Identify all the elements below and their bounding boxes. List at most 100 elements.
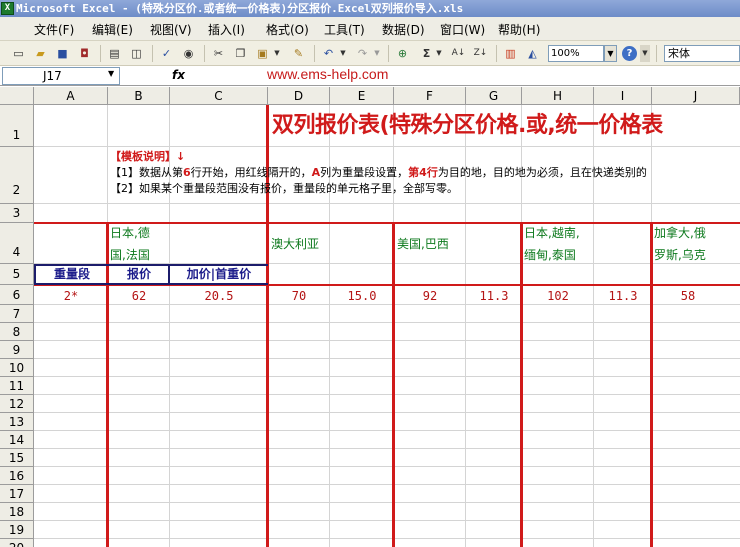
cut-icon[interactable]: ✂ xyxy=(210,45,227,62)
menu-view[interactable]: 视图(V) xyxy=(150,21,192,38)
menu-help[interactable]: 帮助(H) xyxy=(498,21,540,38)
cell-c6[interactable]: 20.5 xyxy=(170,287,268,305)
insert-function-icon[interactable]: fx xyxy=(172,68,185,82)
standard-toolbar: ▭ ▰ ■ ◘ ▤ ◫ ✓ ◉ ✂ ❐ ▣ ▼ ✎ ↶ ▼ ↷ ▼ ⊕ Σ ▼ … xyxy=(0,41,740,66)
row-header[interactable]: 8 xyxy=(0,323,34,341)
menu-tools[interactable]: 工具(T) xyxy=(324,21,365,38)
row-header[interactable]: 10 xyxy=(0,359,34,377)
column-separator xyxy=(650,223,653,547)
column-header-g[interactable]: G xyxy=(466,87,522,105)
instructions-head: 【模板说明】↓ xyxy=(110,150,186,163)
menu-insert[interactable]: 插入(I) xyxy=(208,21,245,38)
redo-icon[interactable]: ↷ xyxy=(354,45,371,62)
menu-window[interactable]: 窗口(W) xyxy=(440,21,485,38)
row-header[interactable]: 17 xyxy=(0,485,34,503)
row-header[interactable]: 1 xyxy=(0,105,34,147)
format-painter-icon[interactable]: ✎ xyxy=(290,45,307,62)
header-surcharge[interactable]: 加价|首重价 xyxy=(170,264,268,285)
cell-h6[interactable]: 102 xyxy=(522,287,594,305)
menu-edit[interactable]: 编辑(E) xyxy=(92,21,133,38)
menu-data[interactable]: 数据(D) xyxy=(382,21,425,38)
undo-icon[interactable]: ↶ xyxy=(320,45,337,62)
row-header[interactable]: 5 xyxy=(0,264,34,285)
sort-descending-icon[interactable]: Z↓ xyxy=(472,45,489,62)
row-header[interactable]: 12 xyxy=(0,395,34,413)
menu-format[interactable]: 格式(O) xyxy=(266,21,309,38)
cell-a6[interactable]: 2* xyxy=(34,287,108,305)
row-header[interactable]: 3 xyxy=(0,204,34,223)
column-header-e[interactable]: E xyxy=(330,87,394,105)
sort-ascending-icon[interactable]: A↓ xyxy=(450,45,467,62)
menu-file[interactable]: 文件(F) xyxy=(34,21,74,38)
cell-b6[interactable]: 62 xyxy=(108,287,170,305)
print-icon[interactable]: ▤ xyxy=(106,45,123,62)
header-weight-range[interactable]: 重量段 xyxy=(36,264,108,285)
name-box[interactable]: J17 xyxy=(2,67,120,85)
row-header[interactable]: 13 xyxy=(0,413,34,431)
permission-icon[interactable]: ◘ xyxy=(76,45,93,62)
column-header-j[interactable]: J xyxy=(652,87,740,105)
column-header-c[interactable]: C xyxy=(170,87,268,105)
destination-group-f[interactable]: 美国,巴西 xyxy=(397,233,449,255)
cell-d6[interactable]: 70 xyxy=(268,287,330,305)
menu-bar: 文件(F) 编辑(E) 视图(V) 插入(I) 格式(O) 工具(T) 数据(D… xyxy=(0,17,740,41)
paste-icon[interactable]: ▣ xyxy=(254,45,271,62)
title-bar: X Microsoft Excel - (特殊分区价.或者统一价格表)分区报价.… xyxy=(0,0,740,17)
redo-dropdown-icon[interactable]: ▼ xyxy=(372,45,382,62)
autosum-icon[interactable]: Σ xyxy=(418,45,435,62)
autosum-dropdown-icon[interactable]: ▼ xyxy=(434,45,444,62)
column-header-i[interactable]: I xyxy=(594,87,652,105)
cell-e6[interactable]: 15.0 xyxy=(330,287,394,305)
row-header[interactable]: 19 xyxy=(0,521,34,539)
cell-g6[interactable]: 11.3 xyxy=(466,287,522,305)
sheet-title: 双列报价表(特殊分区价格.或,统一价格表 xyxy=(272,113,663,138)
row-header[interactable]: 18 xyxy=(0,503,34,521)
zoom-select[interactable]: 100% xyxy=(548,45,604,62)
formula-bar: J17 ▼ fx www.ems-help.com xyxy=(0,66,740,86)
row-header[interactable]: 20 xyxy=(0,539,34,547)
column-header-a[interactable]: A xyxy=(34,87,108,105)
row-header[interactable]: 4 xyxy=(0,223,34,264)
save-icon[interactable]: ■ xyxy=(54,45,71,62)
hyperlink-icon[interactable]: ⊕ xyxy=(394,45,411,62)
column-header-b[interactable]: B xyxy=(108,87,170,105)
row-header[interactable]: 7 xyxy=(0,305,34,323)
row-header[interactable]: 9 xyxy=(0,341,34,359)
paste-dropdown-icon[interactable]: ▼ xyxy=(272,45,282,62)
destination-group-j[interactable]: 加拿大,俄 罗斯,乌克 xyxy=(654,222,706,266)
copy-icon[interactable]: ❐ xyxy=(232,45,249,62)
spelling-icon[interactable]: ✓ xyxy=(158,45,175,62)
column-header-d[interactable]: D xyxy=(268,87,330,105)
cell-f6[interactable]: 92 xyxy=(394,287,466,305)
font-select[interactable]: 宋体 xyxy=(664,45,740,62)
row-header[interactable]: 15 xyxy=(0,449,34,467)
row-header[interactable]: 6 xyxy=(0,285,34,305)
destination-group-h[interactable]: 日本,越南, 缅甸,泰国 xyxy=(524,222,580,266)
row-header[interactable]: 16 xyxy=(0,467,34,485)
row-header[interactable]: 14 xyxy=(0,431,34,449)
select-all-corner[interactable] xyxy=(0,87,34,105)
row-header[interactable]: 11 xyxy=(0,377,34,395)
cell-i6[interactable]: 11.3 xyxy=(594,287,652,305)
row-header[interactable]: 2 xyxy=(0,147,34,204)
destination-group-b[interactable]: 日本,德 国,法国 xyxy=(110,222,150,266)
help-icon[interactable]: ? xyxy=(622,46,637,61)
drawing-icon[interactable]: ◭ xyxy=(524,45,541,62)
destination-group-d[interactable]: 澳大利亚 xyxy=(271,233,319,255)
research-icon[interactable]: ◉ xyxy=(180,45,197,62)
undo-dropdown-icon[interactable]: ▼ xyxy=(338,45,348,62)
zoom-dropdown-icon[interactable]: ▼ xyxy=(604,45,617,62)
cell-j6[interactable]: 58 xyxy=(652,287,724,305)
column-header-f[interactable]: F xyxy=(394,87,466,105)
column-separator xyxy=(520,223,523,547)
toolbar-options-icon[interactable]: ▼ xyxy=(640,45,650,62)
chart-wizard-icon[interactable]: ▥ xyxy=(502,45,519,62)
new-document-icon[interactable]: ▭ xyxy=(10,45,27,62)
worksheet-grid[interactable]: A B C D E F G H I J 1 2 3 4 5 6 7 8 9 10… xyxy=(0,87,740,547)
instructions-line-1: 【1】数据从第6行开始，用红线隔开的，A列为重量段设置，第4行为目的地，目的地为… xyxy=(110,166,647,179)
open-folder-icon[interactable]: ▰ xyxy=(32,45,49,62)
header-price[interactable]: 报价 xyxy=(109,264,169,285)
column-header-h[interactable]: H xyxy=(522,87,594,105)
print-preview-icon[interactable]: ◫ xyxy=(128,45,145,62)
name-box-dropdown-icon[interactable]: ▼ xyxy=(108,69,114,78)
